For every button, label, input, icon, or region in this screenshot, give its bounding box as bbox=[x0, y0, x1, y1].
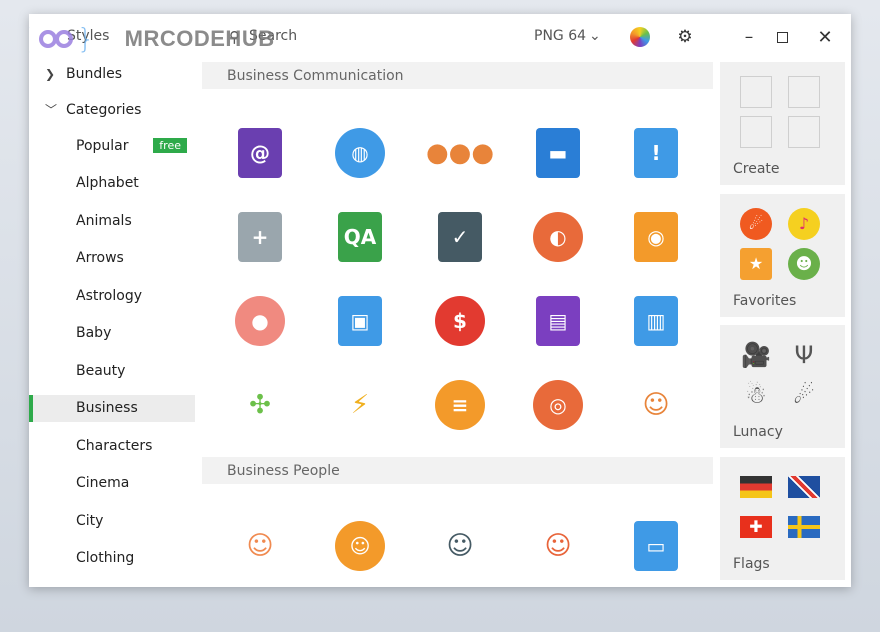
germany-flag-icon bbox=[740, 475, 772, 498]
globe-cursor-icon[interactable]: ◍ bbox=[335, 128, 385, 178]
piggy-bank-icon[interactable]: ● bbox=[235, 296, 285, 346]
section-header: Business Communication bbox=[202, 62, 713, 89]
sidebar-item-label: Bundles bbox=[66, 65, 123, 82]
title-bar: Styles ⚲ Search PNG 64 ⌄ ⚙ – ✕ bbox=[29, 14, 851, 60]
collection-label: Lunacy bbox=[733, 424, 783, 440]
sweden-flag-icon bbox=[788, 515, 820, 538]
sidebar-item-label: Business bbox=[76, 400, 138, 416]
collection-label: Create bbox=[733, 161, 780, 177]
padlock-icon[interactable]: ◉ bbox=[634, 212, 678, 262]
styles-menu[interactable]: Styles bbox=[67, 28, 109, 44]
sidebar-item-label: Baby bbox=[76, 325, 112, 341]
sidebar-item-label: Arrows bbox=[76, 250, 124, 266]
office-badge-icon[interactable]: ▥ bbox=[634, 296, 678, 346]
video-conference-icon[interactable]: ▣ bbox=[338, 296, 382, 346]
support-agent-icon[interactable]: ☺ bbox=[335, 521, 385, 571]
id-card-icon[interactable]: ▭ bbox=[634, 521, 678, 571]
uk-flag-icon bbox=[788, 475, 820, 498]
empty-slot-icon bbox=[740, 116, 772, 148]
sidebar-item-label: Beauty bbox=[76, 362, 126, 379]
movie-camera-icon: 🎥 bbox=[741, 341, 771, 369]
sidebar-item-animals[interactable]: Animals bbox=[29, 207, 195, 234]
sidebar-item-bundles[interactable]: ❯ Bundles bbox=[29, 60, 195, 87]
close-icon[interactable]: ✕ bbox=[812, 24, 838, 50]
medical-mail-icon[interactable]: + bbox=[238, 212, 282, 262]
sidebar-item-popular[interactable]: Popular free bbox=[29, 132, 195, 159]
empty-slot-icon bbox=[788, 116, 820, 148]
icon-grid-area: Business Communication @ ◍ ●●● ▬! + QA ✓ ◐ ◉ ● ▣ $ ▤ ▥… bbox=[202, 60, 714, 587]
sidebar-item-clothing[interactable]: Clothing bbox=[29, 545, 195, 572]
sidebar-item-label: Cinema bbox=[76, 475, 130, 491]
important-document-icon[interactable]: ! bbox=[634, 128, 678, 178]
section-header: Business People bbox=[202, 457, 713, 484]
manager-icon[interactable]: ☺ bbox=[435, 521, 485, 571]
sidebar-item-categories[interactable]: ﹀ Categories bbox=[29, 96, 195, 123]
minimize-icon[interactable]: – bbox=[736, 24, 762, 50]
sidebar-item-label: Popular bbox=[76, 137, 129, 154]
sidebar-item-label: Categories bbox=[66, 101, 142, 118]
businessman-icon[interactable]: ☺ bbox=[235, 521, 285, 571]
collection-label: Favorites bbox=[733, 292, 797, 309]
empty-slot-icon bbox=[740, 76, 772, 108]
collection-flags[interactable]: ✚ Flags bbox=[720, 456, 845, 580]
gear-icon[interactable]: ⚙ bbox=[672, 24, 698, 50]
sidebar-item-city[interactable]: City bbox=[29, 507, 195, 534]
sidebar-item-label: Characters bbox=[76, 437, 153, 454]
ticket-icon: ★ bbox=[740, 247, 772, 280]
app-window: Styles ⚲ Search PNG 64 ⌄ ⚙ – ✕ ❯ Bundles … bbox=[29, 14, 851, 587]
network-package-icon[interactable]: ✣ bbox=[235, 380, 285, 430]
collection-create[interactable]: Create bbox=[720, 62, 845, 185]
sidebar-item-label: Astrology bbox=[76, 287, 143, 304]
target-icon[interactable]: ◎ bbox=[533, 380, 583, 430]
maximize-icon[interactable] bbox=[769, 24, 795, 50]
sidebar-item-arrows[interactable]: Arrows bbox=[29, 245, 195, 272]
business-card-folder-icon[interactable]: ▤ bbox=[536, 296, 580, 346]
comet-icon: ☄ bbox=[740, 207, 772, 240]
sidebar-item-label: City bbox=[76, 512, 104, 529]
collection-lunacy[interactable]: 🎥 Ψ ☃ ☄ Lunacy bbox=[720, 325, 845, 448]
sidebar-item-label: Animals bbox=[76, 212, 132, 229]
clipboard-check-icon[interactable]: ✓ bbox=[438, 212, 482, 262]
businesswoman-icon[interactable]: ☺ bbox=[533, 521, 583, 571]
team-icon[interactable]: ●●● bbox=[426, 128, 494, 178]
search-icon[interactable]: ⚲ bbox=[229, 28, 240, 46]
comet-outline-icon: ☄ bbox=[793, 381, 815, 409]
profile-circle-icon[interactable]: ◐ bbox=[533, 212, 583, 262]
chevron-right-icon: ❯ bbox=[45, 66, 56, 81]
search-input[interactable]: Search bbox=[249, 28, 297, 44]
sidebar-item-beauty[interactable]: Beauty bbox=[29, 357, 195, 384]
qa-chat-icon[interactable]: QA bbox=[338, 212, 382, 262]
free-badge: free bbox=[153, 138, 187, 153]
sidebar-item-alphabet[interactable]: Alphabet bbox=[29, 170, 195, 197]
format-dropdown[interactable]: PNG 64 bbox=[534, 28, 586, 44]
sidebar-item-baby[interactable]: Baby bbox=[29, 320, 195, 347]
sidebar-item-label: Clothing bbox=[76, 550, 135, 566]
sidebar-item-cinema[interactable]: Cinema bbox=[29, 470, 195, 497]
cactus-icon: Ψ bbox=[794, 341, 814, 369]
no-money-search-icon[interactable]: $ bbox=[435, 296, 485, 346]
sidebar-item-astrology[interactable]: Astrology bbox=[29, 282, 195, 309]
sidebar: ❯ Bundles ﹀ Categories Popular free Alphabet… bbox=[29, 60, 195, 587]
email-at-icon[interactable]: @ bbox=[238, 128, 282, 178]
chevron-down-icon: ﹀ bbox=[45, 103, 58, 117]
chat-bubbles-icon[interactable]: ≡ bbox=[435, 380, 485, 430]
switzerland-flag-icon: ✚ bbox=[740, 515, 772, 538]
ninja-turtle-icon: ☻ bbox=[788, 247, 820, 280]
collection-favorites[interactable]: ☄ ♪ ★ ☻ Favorites bbox=[720, 193, 845, 317]
astronaut-icon: ☃ bbox=[745, 381, 767, 409]
sidebar-item-business[interactable]: Business bbox=[29, 394, 195, 422]
sidebar-item-characters[interactable]: Characters bbox=[29, 432, 195, 459]
face-scan-icon[interactable]: ☺ bbox=[631, 380, 681, 430]
chevron-down-icon[interactable]: ⌄ bbox=[589, 28, 601, 44]
color-picker-icon[interactable] bbox=[627, 24, 653, 50]
empty-slot-icon bbox=[788, 76, 820, 108]
shared-folder-icon[interactable]: ▬ bbox=[536, 128, 580, 178]
music-note-icon: ♪ bbox=[788, 207, 820, 240]
conflict-lightning-icon[interactable]: ⚡ bbox=[335, 380, 385, 430]
collection-label: Flags bbox=[733, 555, 770, 572]
sidebar-item-label: Alphabet bbox=[76, 175, 139, 191]
